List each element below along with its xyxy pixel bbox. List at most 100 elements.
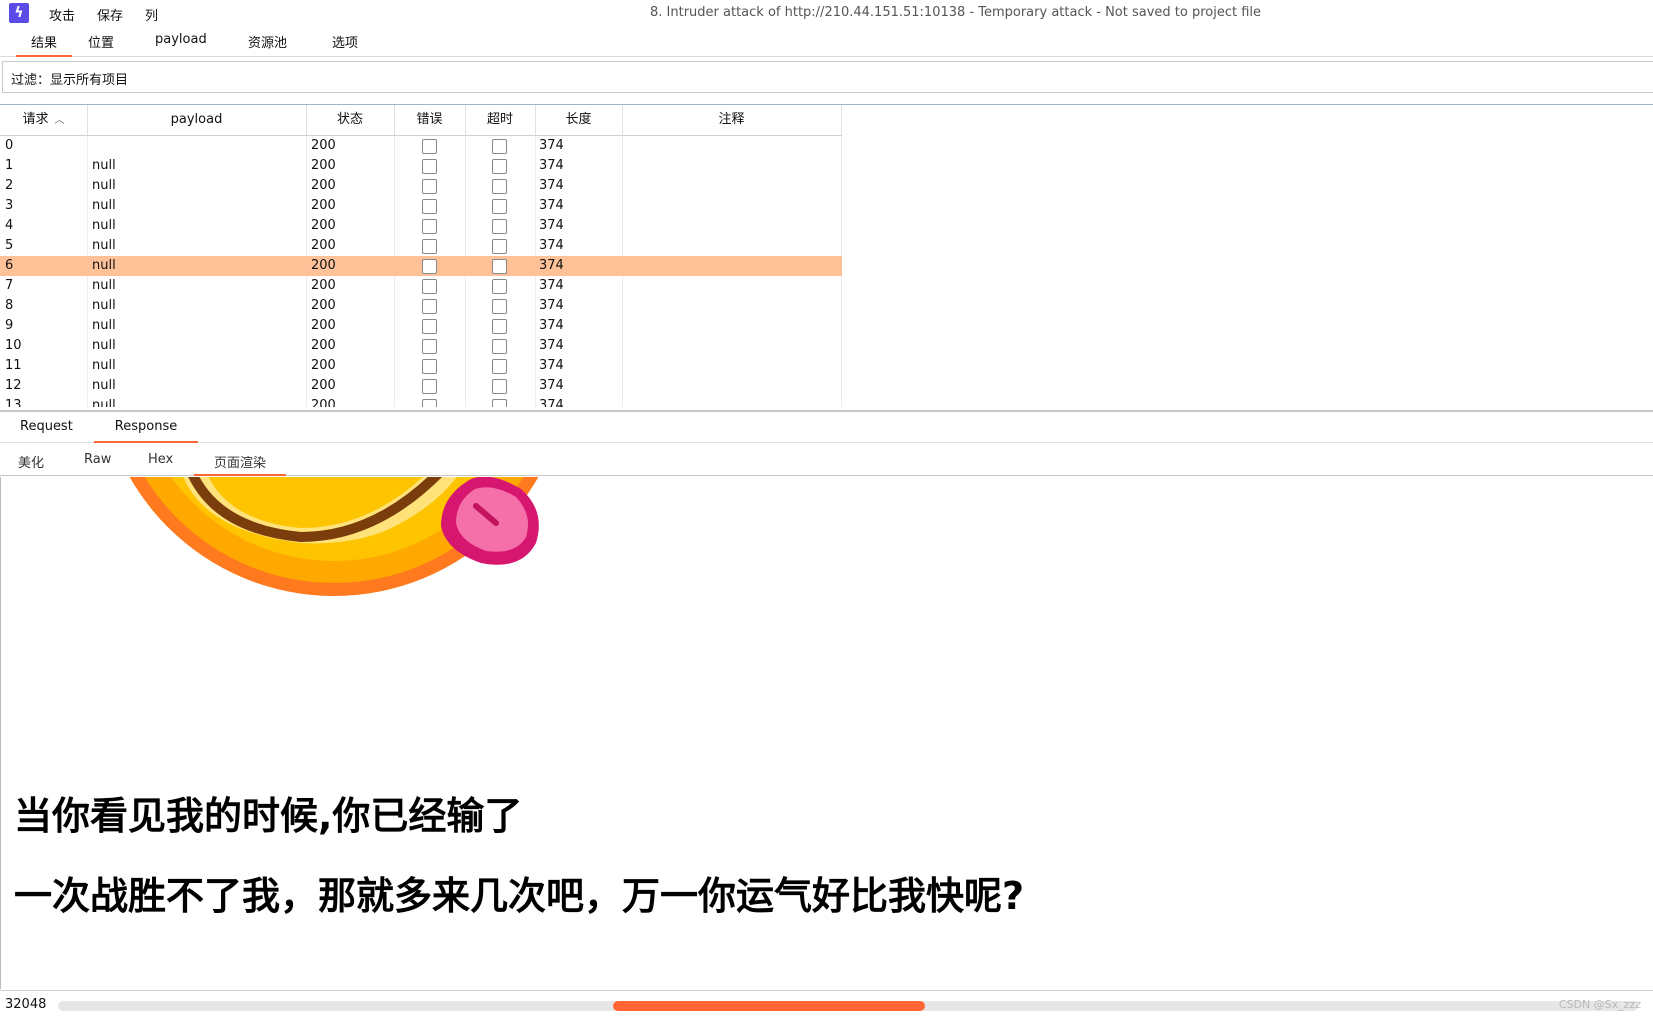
timeout-checkbox[interactable]	[492, 259, 507, 274]
table-row[interactable]: 11 null 200 374	[0, 356, 842, 376]
cell-status: 200	[311, 178, 336, 193]
tab-raw[interactable]: Raw	[76, 452, 119, 474]
timeout-checkbox[interactable]	[492, 359, 507, 374]
tab-resource-pool[interactable]: 资源池	[246, 32, 289, 55]
render-pane: 当你看见我的时候,你已经输了 一次战胜不了我，那就多来几次吧，万一你运气好比我快…	[0, 477, 1653, 989]
timeout-checkbox[interactable]	[492, 319, 507, 334]
status-bar: 32048 CSDN @Sx_zzz	[0, 990, 1653, 1018]
cell-payload: null	[92, 238, 116, 253]
tab-positions[interactable]: 位置	[86, 32, 116, 55]
column-header-timeout[interactable]: 超时	[465, 105, 536, 135]
timeout-checkbox[interactable]	[492, 159, 507, 174]
cell-length: 374	[539, 198, 564, 213]
pane-divider[interactable]	[0, 410, 1653, 412]
timeout-checkbox[interactable]	[492, 379, 507, 394]
cell-payload: null	[92, 158, 116, 173]
error-checkbox[interactable]	[422, 399, 437, 407]
tab-response[interactable]: Response	[94, 419, 198, 443]
column-header-comment[interactable]: 注释	[622, 105, 842, 135]
cell-request: 9	[5, 318, 14, 333]
timeout-checkbox[interactable]	[492, 339, 507, 354]
cell-status: 200	[311, 378, 336, 393]
error-checkbox[interactable]	[422, 279, 437, 294]
cell-request: 10	[5, 338, 22, 353]
error-checkbox[interactable]	[422, 139, 437, 154]
tab-results[interactable]: 结果	[16, 32, 72, 57]
error-checkbox[interactable]	[422, 219, 437, 234]
table-row[interactable]: 2 null 200 374	[0, 176, 842, 196]
filter-label: 过滤：显示所有项目	[11, 73, 129, 88]
column-header-error[interactable]: 错误	[394, 105, 466, 135]
tab-options[interactable]: 选项	[330, 32, 360, 55]
table-row[interactable]: 3 null 200 374	[0, 196, 842, 216]
menu-save[interactable]: 保存	[97, 5, 123, 24]
timeout-checkbox[interactable]	[492, 399, 507, 407]
tab-hex[interactable]: Hex	[140, 452, 181, 474]
column-header-length[interactable]: 长度	[535, 105, 623, 135]
table-row[interactable]: 0 200 374	[0, 136, 842, 156]
cell-length: 374	[539, 178, 564, 193]
cell-payload: null	[92, 258, 116, 273]
error-checkbox[interactable]	[422, 319, 437, 334]
table-row[interactable]: 6 null 200 374	[0, 256, 842, 276]
table-row[interactable]: 4 null 200 374	[0, 216, 842, 236]
cell-length: 374	[539, 138, 564, 153]
table-row[interactable]: 9 null 200 374	[0, 316, 842, 336]
cell-payload: null	[92, 218, 116, 233]
error-checkbox[interactable]	[422, 199, 437, 214]
cell-status: 200	[311, 258, 336, 273]
watermark: CSDN @Sx_zzz	[1558, 998, 1641, 1011]
scrollbar-thumb[interactable]	[613, 1001, 925, 1011]
timeout-checkbox[interactable]	[492, 199, 507, 214]
error-checkbox[interactable]	[422, 339, 437, 354]
error-checkbox[interactable]	[422, 379, 437, 394]
timeout-checkbox[interactable]	[492, 239, 507, 254]
burp-logo-icon: ϟ	[9, 3, 29, 23]
tab-payloads[interactable]: payload	[153, 32, 209, 55]
table-row[interactable]: 1 null 200 374	[0, 156, 842, 176]
timeout-checkbox[interactable]	[492, 139, 507, 154]
menubar: ϟ 攻击 保存 列 8. Intruder attack of http://2…	[0, 0, 1653, 27]
error-checkbox[interactable]	[422, 159, 437, 174]
column-header-payload[interactable]: payload	[87, 105, 307, 135]
cell-status: 200	[311, 338, 336, 353]
timeout-checkbox[interactable]	[492, 279, 507, 294]
column-header-status[interactable]: 状态	[306, 105, 395, 135]
error-checkbox[interactable]	[422, 239, 437, 254]
table-row[interactable]: 13 null 200 374	[0, 396, 842, 407]
filter-bar[interactable]: 过滤：显示所有项目	[2, 61, 1653, 93]
error-checkbox[interactable]	[422, 259, 437, 274]
table-row[interactable]: 5 null 200 374	[0, 236, 842, 256]
error-checkbox[interactable]	[422, 179, 437, 194]
view-mode-tabs: 美化 Raw Hex 页面渲染	[0, 447, 1653, 476]
cell-length: 374	[539, 158, 564, 173]
cell-status: 200	[311, 158, 336, 173]
table-row[interactable]: 7 null 200 374	[0, 276, 842, 296]
tab-render[interactable]: 页面渲染	[194, 452, 286, 476]
menu-attack[interactable]: 攻击	[49, 5, 75, 24]
table-row[interactable]: 10 null 200 374	[0, 336, 842, 356]
error-checkbox[interactable]	[422, 359, 437, 374]
message-tabs: Request Response	[0, 414, 1653, 443]
cell-status: 200	[311, 238, 336, 253]
cell-request: 5	[5, 238, 14, 253]
cell-request: 13	[5, 398, 22, 407]
tab-request[interactable]: Request	[18, 419, 75, 441]
cell-payload: null	[92, 398, 116, 407]
render-heading-2: 一次战胜不了我，那就多来几次吧，万一你运气好比我快呢?	[14, 874, 1025, 918]
cell-length: 374	[539, 238, 564, 253]
cell-status: 200	[311, 318, 336, 333]
timeout-checkbox[interactable]	[492, 219, 507, 234]
timeout-checkbox[interactable]	[492, 179, 507, 194]
cell-request: 6	[5, 258, 14, 273]
table-row[interactable]: 8 null 200 374	[0, 296, 842, 316]
table-row[interactable]: 12 null 200 374	[0, 376, 842, 396]
timeout-checkbox[interactable]	[492, 299, 507, 314]
cell-length: 374	[539, 218, 564, 233]
cell-request: 3	[5, 198, 14, 213]
tab-pretty[interactable]: 美化	[10, 452, 52, 474]
column-header-request[interactable]: 请求 ︿	[0, 105, 88, 135]
menu-columns[interactable]: 列	[145, 5, 158, 24]
error-checkbox[interactable]	[422, 299, 437, 314]
cell-request: 0	[5, 138, 14, 153]
